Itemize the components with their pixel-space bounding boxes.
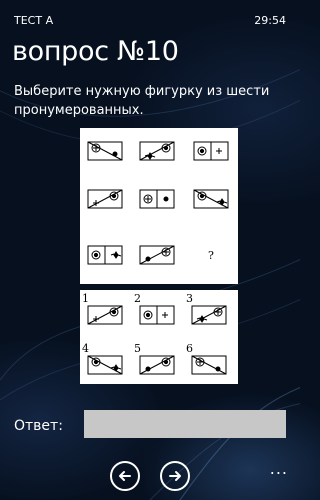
forward-button[interactable] (160, 461, 190, 491)
status-bar: ТЕСТ А 29:54 (14, 14, 286, 30)
option-figure-3[interactable] (191, 305, 227, 325)
puzzle-figure (87, 141, 123, 161)
options-grid: 1 2 3 4 5 6 (82, 292, 227, 375)
puzzle-figure (193, 189, 229, 209)
arrow-left-icon (119, 471, 131, 481)
option-figure-5[interactable] (139, 355, 175, 375)
puzzle-figure (193, 141, 229, 161)
answer-label: Ответ: (14, 418, 63, 434)
puzzle-figure (139, 245, 175, 265)
arrow-right-icon (169, 471, 181, 481)
puzzle-figure (139, 141, 175, 161)
timer: 29:54 (254, 14, 286, 27)
option-figure-1[interactable] (87, 305, 123, 325)
option-figure-4[interactable] (87, 355, 123, 375)
answer-input[interactable] (84, 410, 286, 438)
option-number: 2 (134, 292, 141, 305)
option-figure-2[interactable] (139, 305, 175, 325)
missing-figure-mark: ? (208, 249, 214, 262)
option-number: 6 (186, 342, 193, 355)
option-figure-6[interactable] (191, 355, 227, 375)
option-number: 5 (134, 342, 141, 355)
puzzle-figure (139, 189, 175, 209)
page-title: вопрос №10 (12, 36, 179, 67)
question-prompt: Выберите нужную фигурку из шести пронуме… (14, 84, 270, 118)
test-title: ТЕСТ А (14, 14, 54, 27)
app-bar: ... (0, 455, 300, 500)
puzzle-grid: ? (87, 141, 229, 265)
puzzle-figure (87, 245, 123, 265)
option-number: 4 (82, 342, 89, 355)
option-number: 1 (82, 292, 89, 305)
more-menu-button[interactable]: ... (270, 459, 288, 478)
option-number: 3 (186, 292, 193, 305)
puzzle-figure (87, 189, 123, 209)
back-button[interactable] (110, 461, 140, 491)
puzzle-panel: ? (80, 128, 238, 284)
options-panel: 1 2 3 4 5 6 (80, 290, 238, 384)
